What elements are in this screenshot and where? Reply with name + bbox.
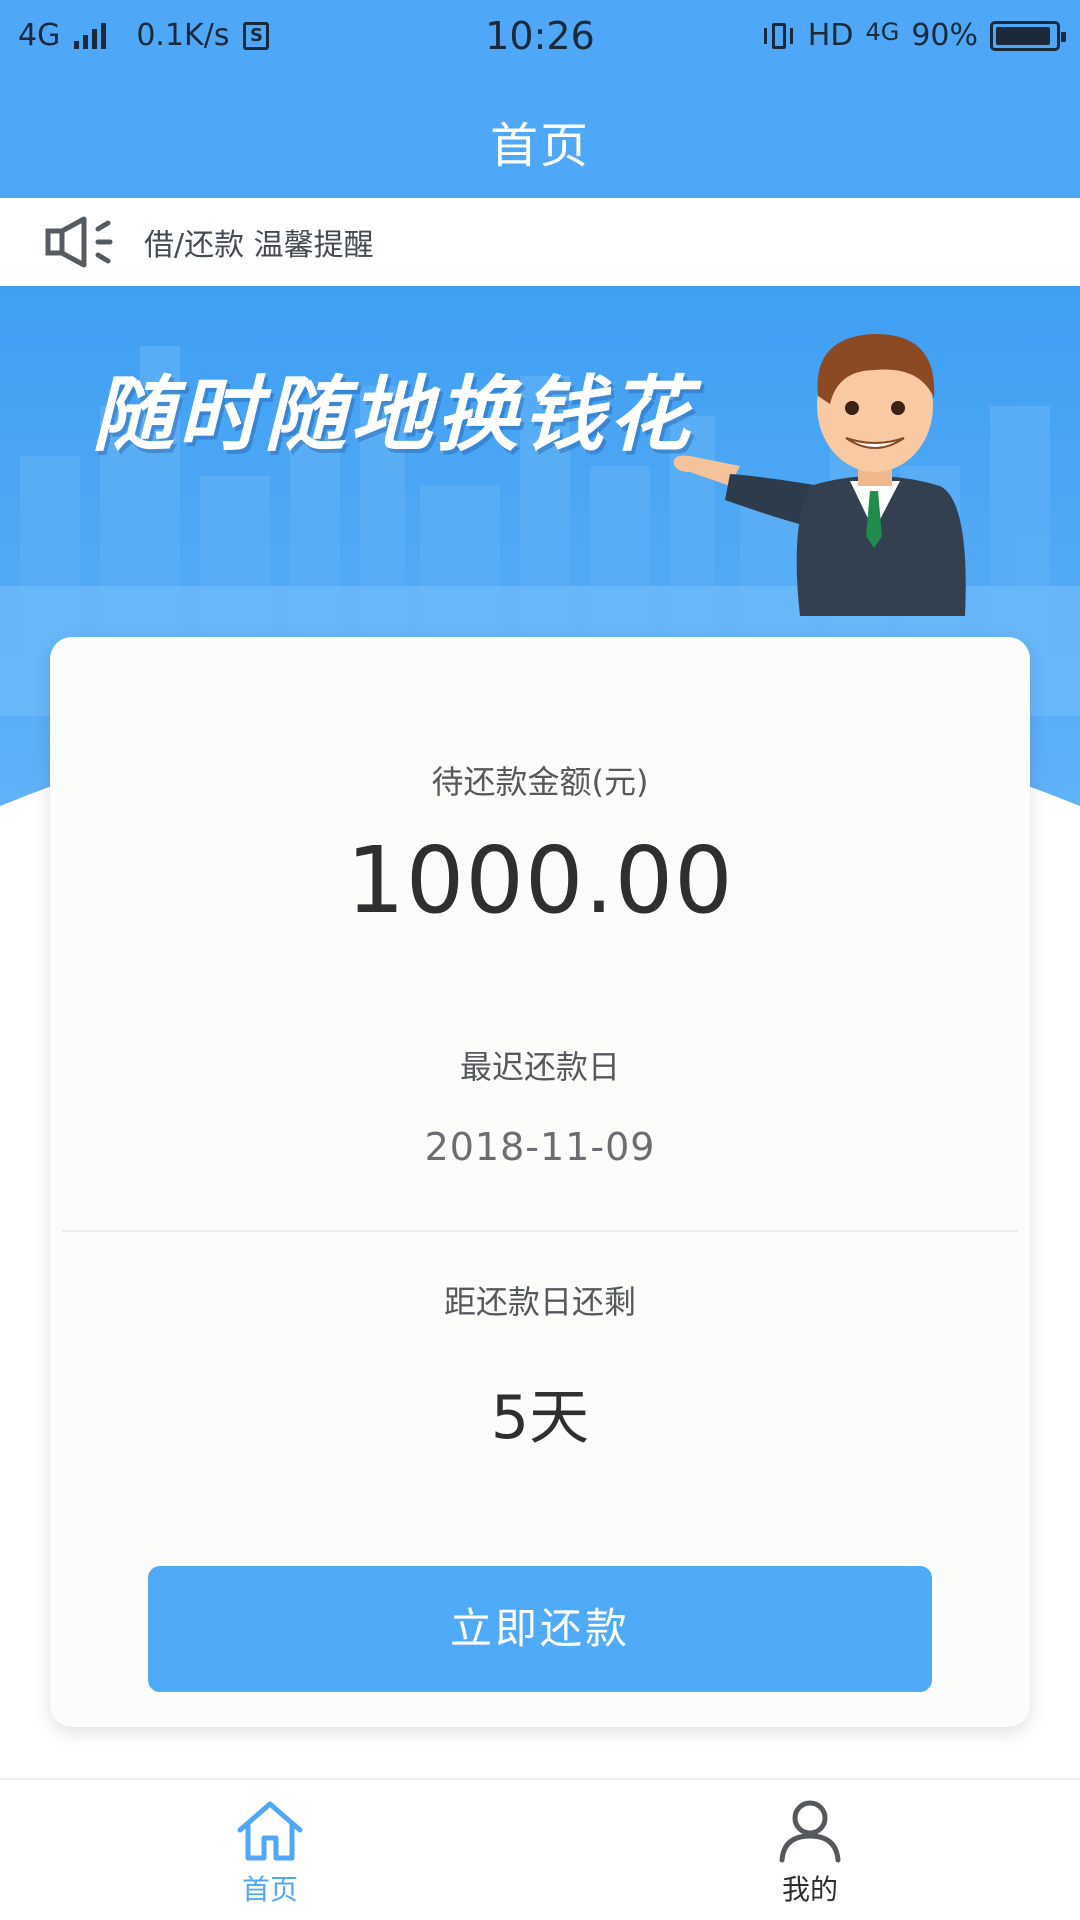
- remaining-days: 5天: [490, 1383, 590, 1453]
- hd-label: HD: [807, 18, 854, 53]
- nav-bar: 首页: [0, 76, 1080, 198]
- due-date-value: 2018-11-09: [424, 1125, 656, 1169]
- amount-value: 1000.00: [346, 827, 734, 934]
- tab-mine[interactable]: 我的: [660, 1780, 960, 1920]
- card-divider: [62, 1230, 1018, 1232]
- home-icon: [237, 1801, 303, 1861]
- amount-label: 待还款金额(元): [431, 763, 649, 801]
- status-bar: 4G 0.1K/s S 10:26 HD 4G 90%: [0, 0, 1080, 76]
- repay-now-button[interactable]: 立即还款: [148, 1566, 932, 1692]
- user-icon: [779, 1800, 841, 1863]
- repayment-card: 待还款金额(元) 1000.00 最迟还款日 2018-11-09 距还款日还剩…: [50, 637, 1030, 1727]
- tab-home[interactable]: 首页: [120, 1780, 420, 1920]
- battery-icon: [990, 20, 1066, 51]
- bottom-tab-bar: 首页 我的: [0, 1778, 1080, 1920]
- network-right-label: 4G: [865, 17, 900, 46]
- notice-text: 借/还款 温馨提醒: [144, 228, 374, 263]
- due-date-label: 最迟还款日: [459, 1048, 620, 1086]
- banner-slogan: 随时随地换钱花: [92, 368, 694, 463]
- remaining-label: 距还款日还剩: [443, 1283, 636, 1321]
- tab-mine-label: 我的: [781, 1873, 838, 1906]
- vibrate-icon: [762, 22, 796, 50]
- status-right: HD 4G 90%: [762, 17, 1066, 53]
- speaker-icon: [45, 216, 113, 268]
- page-title: 首页: [489, 118, 590, 174]
- notice-bar[interactable]: 借/还款 温馨提醒: [0, 198, 1080, 286]
- tab-home-label: 首页: [241, 1873, 298, 1906]
- battery-percent: 90%: [911, 18, 978, 53]
